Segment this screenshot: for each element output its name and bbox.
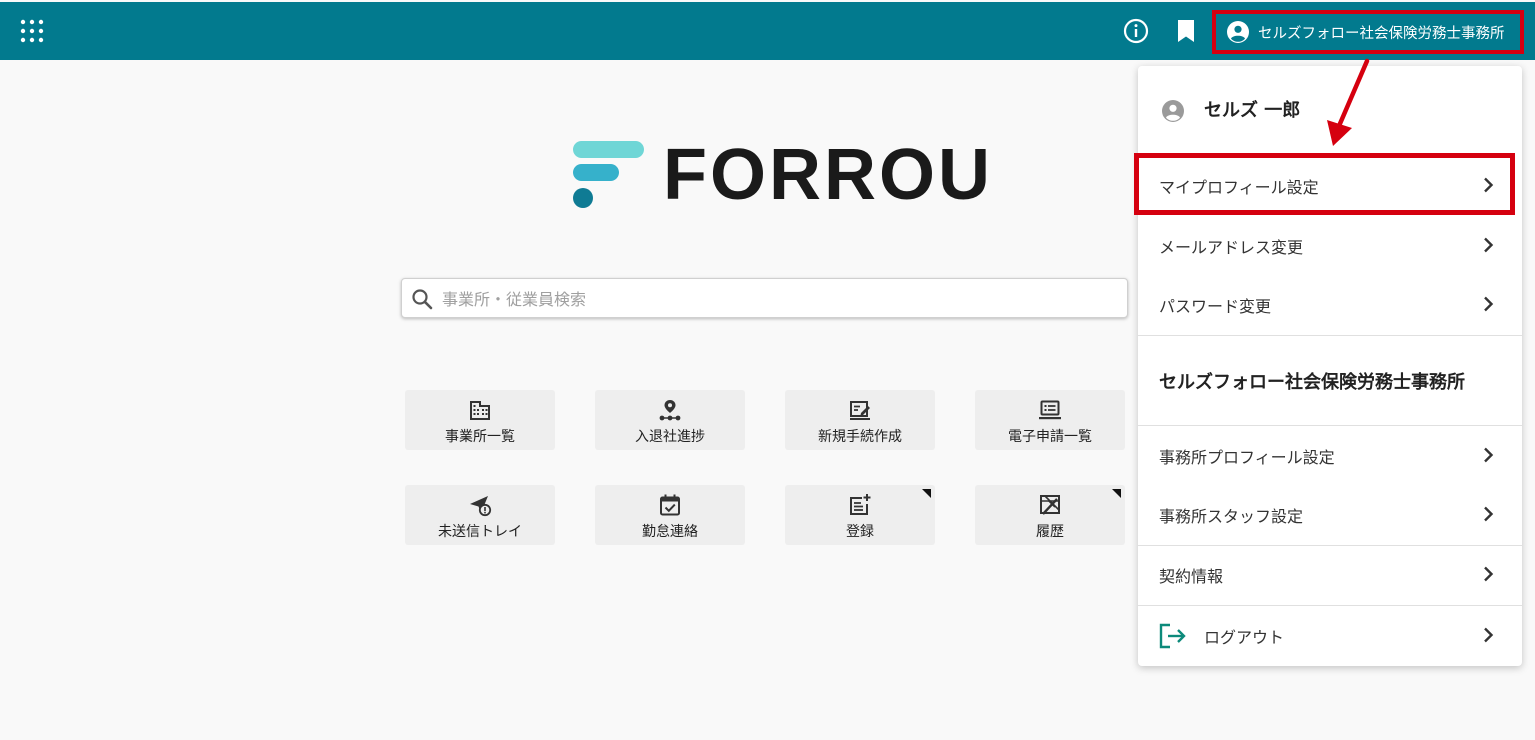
bookmark-icon[interactable] (1173, 17, 1199, 45)
logo-mark-icon (573, 141, 644, 208)
chevron-right-icon (1484, 177, 1494, 193)
account-dropdown-menu: セルズ 一郎 マイプロフィール設定 メールアドレス変更 パスワード変更 セルズフ… (1138, 66, 1522, 666)
tile-label: 履歴 (1036, 524, 1064, 540)
menu-item-logout[interactable]: ログアウト (1138, 606, 1522, 664)
tile-office-list[interactable]: 事業所一覧 (405, 390, 555, 450)
chevron-right-icon (1484, 627, 1494, 643)
chevron-right-icon (1484, 237, 1494, 253)
account-menu-button[interactable]: セルズフォロー社会保険労務士事務所 (1212, 10, 1524, 54)
account-circle-icon (1227, 21, 1249, 43)
tile-label: 未送信トレイ (438, 524, 522, 540)
tile-new-procedure[interactable]: 新規手続作成 (785, 390, 935, 450)
menu-item-password-change[interactable]: パスワード変更 (1138, 275, 1522, 333)
tile-register[interactable]: 登録 (785, 485, 935, 545)
tile-label: 事業所一覧 (445, 429, 515, 445)
menu-item-my-profile[interactable]: マイプロフィール設定 (1138, 156, 1522, 214)
menu-item-label: メールアドレス変更 (1159, 238, 1304, 257)
menu-item-email-change[interactable]: メールアドレス変更 (1138, 216, 1522, 274)
menu-item-label: 事務所スタッフ設定 (1159, 507, 1304, 526)
chevron-right-icon (1484, 447, 1494, 463)
progress-route-icon (659, 400, 681, 421)
tile-e-application-list[interactable]: 電子申請一覧 (975, 390, 1125, 450)
user-name: セルズ 一郎 (1204, 100, 1301, 121)
history-icon (1040, 495, 1060, 515)
menu-item-label: パスワード変更 (1159, 297, 1272, 316)
menu-user-header: セルズ 一郎 (1138, 66, 1522, 152)
menu-item-label: ログアウト (1204, 628, 1285, 647)
tile-attendance-contact[interactable]: 勤怠連絡 (595, 485, 745, 545)
chevron-right-icon (1484, 296, 1494, 312)
tile-onboarding-progress[interactable]: 入退社進捗 (595, 390, 745, 450)
tile-history[interactable]: 履歴 (975, 485, 1125, 545)
menu-item-contract-info[interactable]: 契約情報 (1138, 545, 1522, 603)
forrou-logo: FORROU (570, 139, 990, 211)
info-icon[interactable] (1122, 17, 1150, 45)
tile-label: 登録 (846, 524, 874, 540)
search-box (401, 278, 1128, 318)
note-add-icon (850, 494, 871, 515)
chevron-right-icon (1484, 506, 1494, 522)
logout-icon (1159, 623, 1186, 649)
tile-label: 新規手続作成 (818, 429, 902, 445)
menu-item-office-profile[interactable]: 事務所プロフィール設定 (1138, 426, 1522, 484)
menu-divider (1138, 335, 1522, 336)
account-circle-icon (1162, 100, 1184, 122)
building-icon (470, 401, 490, 420)
tile-label: 入退社進捗 (635, 429, 705, 445)
tile-unsent-tray[interactable]: 未送信トレイ (405, 485, 555, 545)
app-grid-icon[interactable] (18, 17, 46, 45)
search-input[interactable] (440, 283, 1124, 315)
chevron-right-icon (1484, 566, 1494, 582)
tile-label: 電子申請一覧 (1008, 429, 1092, 445)
laptop-list-icon (1039, 400, 1061, 420)
tile-corner-marker (1112, 489, 1121, 498)
menu-item-label: 契約情報 (1159, 567, 1224, 586)
logo-text: FORROU (663, 135, 993, 215)
menu-item-office-staff[interactable]: 事務所スタッフ設定 (1138, 485, 1522, 543)
search-icon (412, 289, 433, 310)
tile-label: 勤怠連絡 (642, 524, 698, 540)
menu-item-label: マイプロフィール設定 (1159, 178, 1319, 197)
unsent-send-icon (470, 496, 492, 517)
menu-item-label: 事務所プロフィール設定 (1159, 448, 1335, 467)
tile-corner-marker (922, 489, 931, 498)
account-name-label: セルズフォロー社会保険労務士事務所 (1258, 25, 1505, 42)
calendar-check-icon (660, 494, 680, 516)
edit-note-icon (850, 401, 870, 420)
top-app-bar: セルズフォロー社会保険労務士事務所 (0, 2, 1535, 60)
office-name: セルズフォロー社会保険労務士事務所 (1159, 372, 1465, 393)
